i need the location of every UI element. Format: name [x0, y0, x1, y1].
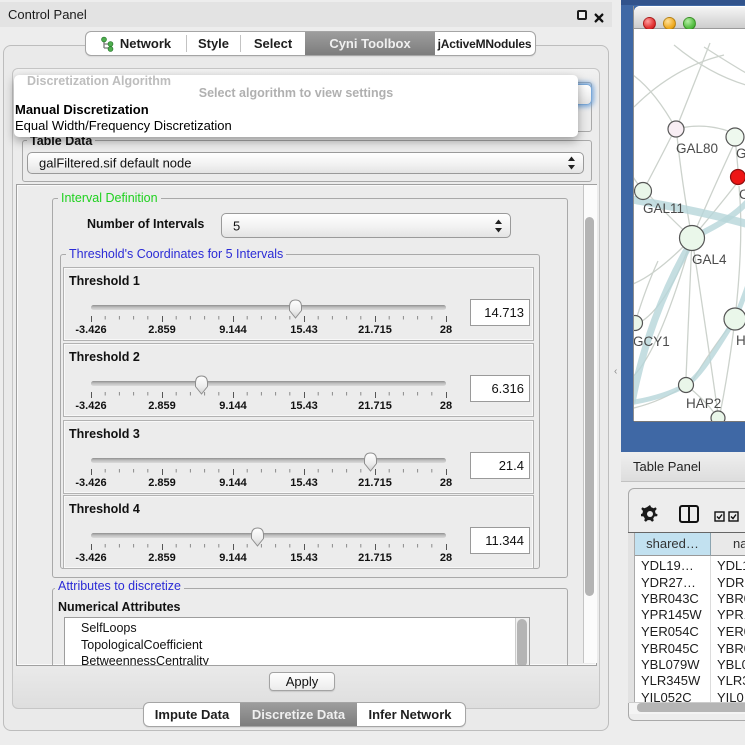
svg-text:GAL4: GAL4	[692, 252, 727, 267]
svg-text:GAL80: GAL80	[676, 141, 718, 156]
svg-text:GA: GA	[736, 146, 745, 161]
svg-text:C: C	[739, 187, 745, 202]
svg-text:GCY1: GCY1	[634, 334, 670, 349]
svg-text:HAP2: HAP2	[686, 396, 721, 411]
svg-text:H: H	[736, 333, 745, 348]
svg-text:GAL11: GAL11	[643, 201, 684, 216]
